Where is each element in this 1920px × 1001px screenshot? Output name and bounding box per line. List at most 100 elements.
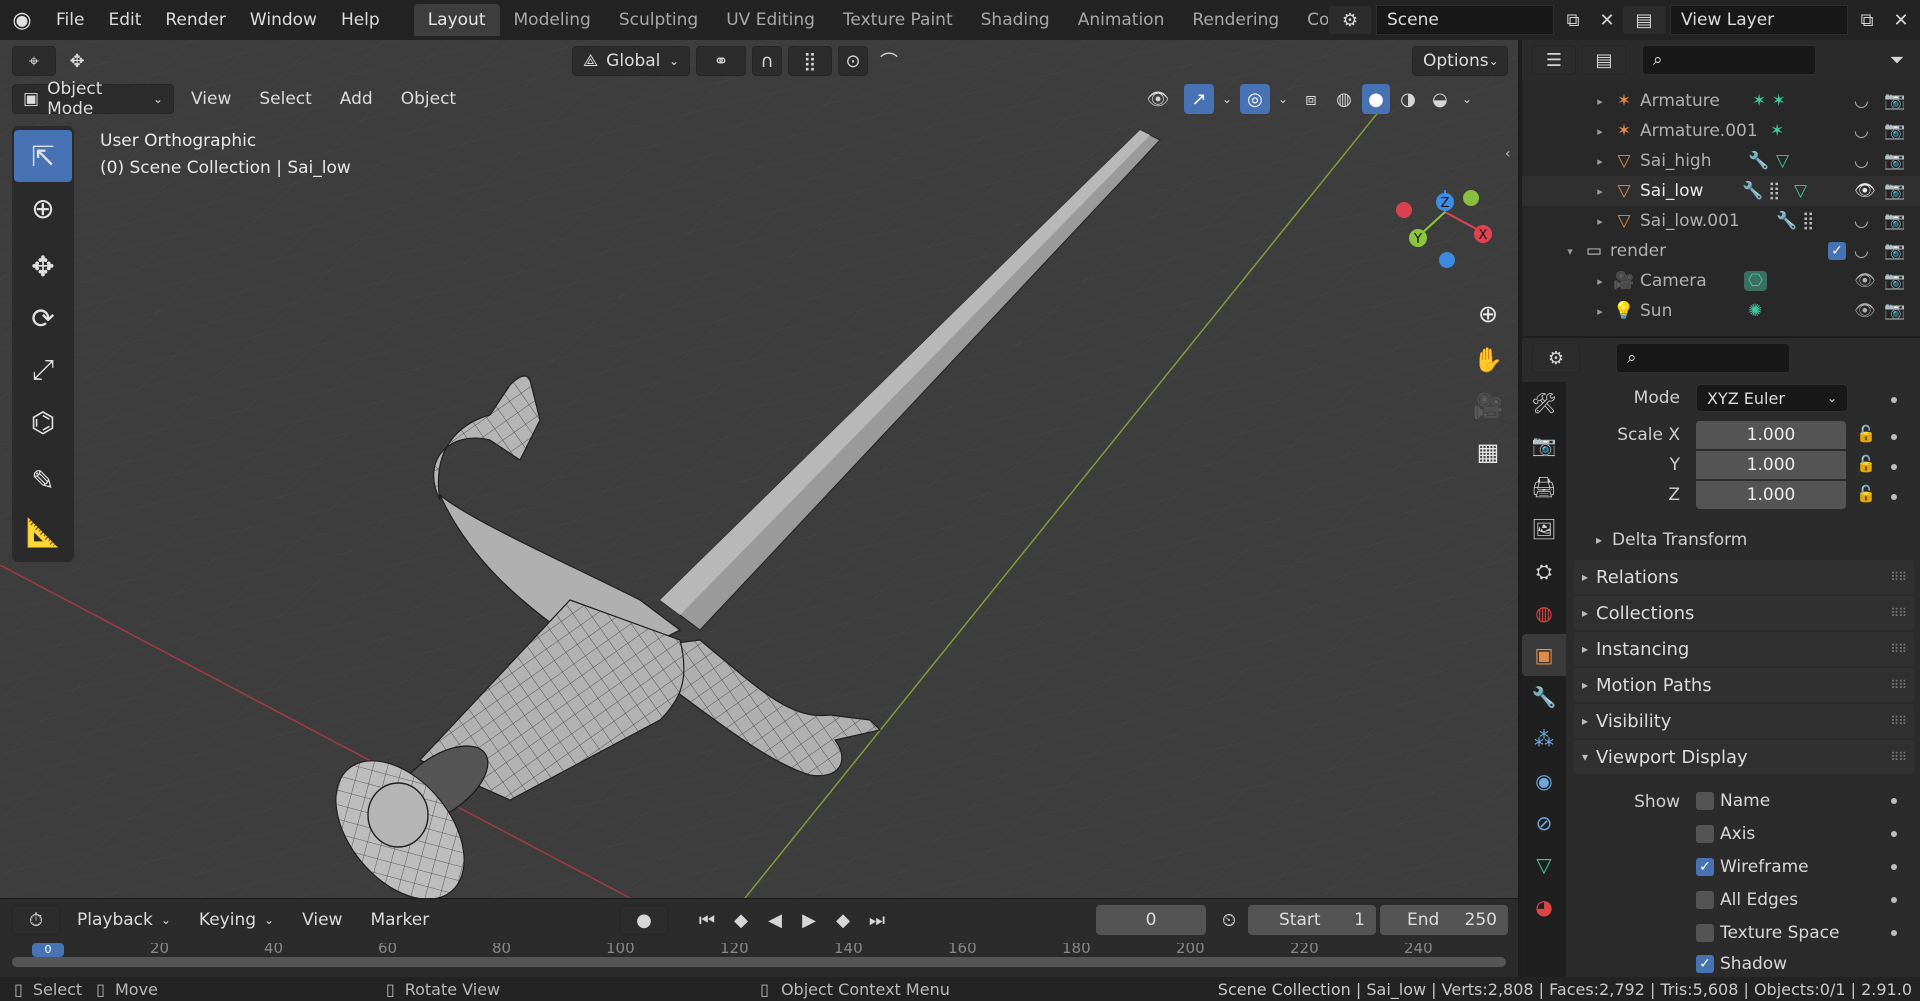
next-keyframe-icon[interactable]: ◆ — [828, 905, 858, 935]
hide-icon[interactable]: ◡ — [1854, 151, 1869, 171]
jump-start-icon[interactable]: ⏮ — [692, 905, 722, 935]
menu-object[interactable]: Object — [390, 84, 467, 114]
drag-handle-icon[interactable]: ⠿⠿ — [1890, 750, 1907, 764]
select-tool-icon[interactable]: ⇱ — [14, 130, 72, 182]
hide-icon[interactable]: ◡ — [1854, 91, 1869, 111]
outliner-search-input[interactable]: ⌕ — [1642, 45, 1816, 75]
tab-sculpting[interactable]: Sculpting — [605, 4, 712, 36]
drag-handle-icon[interactable]: ⠿⠿ — [1890, 714, 1907, 728]
scene-name-field[interactable]: Scene — [1376, 5, 1554, 35]
scene-icon[interactable]: ⚙ — [1328, 5, 1372, 35]
timeline-editor-type-icon[interactable]: ⏱ — [12, 905, 60, 935]
stopwatch-icon[interactable]: ⏲ — [1214, 905, 1244, 935]
camera-icon[interactable]: 📷 — [1884, 241, 1905, 261]
scale-z-field[interactable]: 1.000 — [1696, 481, 1846, 509]
show-axis-checkbox[interactable]: Axis — [1696, 820, 1755, 848]
tab-modeling[interactable]: Modeling — [500, 4, 605, 36]
ortho-grid-icon[interactable]: ▦ — [1468, 432, 1508, 472]
playback-dropdown[interactable]: Playback ⌄ — [66, 905, 182, 935]
hide-icon[interactable]: ◡ — [1854, 121, 1869, 141]
expand-icon[interactable]: ▸ — [1592, 275, 1608, 288]
move-tool-icon[interactable]: ✥ — [12, 240, 74, 292]
keyframe-dot[interactable] — [1891, 464, 1897, 470]
transform-orientation-dropdown[interactable]: ⟁ Global ⌄ — [572, 46, 690, 76]
proportional-edit-icon[interactable]: ⊙ — [838, 46, 868, 76]
blender-logo-icon[interactable]: ◉ — [0, 0, 44, 40]
outliner-row-sai-low[interactable]: ▸ ▽ Sai_low 🔧 ⣿ ▽ 👁 📷 — [1522, 176, 1920, 206]
menu-add[interactable]: Add — [329, 84, 384, 114]
render-tab-icon[interactable]: 📷 — [1522, 424, 1566, 466]
modifier-tab-icon[interactable]: 🔧 — [1522, 676, 1566, 718]
outliner-row-camera[interactable]: ▸ 🎥 Camera ⎔ 👁 📷 — [1522, 266, 1920, 296]
expand-icon[interactable]: ▸ — [1592, 215, 1608, 228]
chevron-down-icon[interactable]: ⌄ — [1458, 84, 1476, 114]
transform-tool-icon[interactable]: ⌬ — [12, 396, 74, 448]
timeline-menu-marker[interactable]: Marker — [359, 905, 440, 935]
keyframe-dot[interactable] — [1891, 798, 1897, 804]
scale-y-field[interactable]: 1.000 — [1696, 451, 1846, 479]
snap-magnet-icon[interactable]: ∩ — [752, 46, 782, 76]
keyframe-dot[interactable] — [1891, 831, 1897, 837]
navigation-gizmo[interactable]: Z X Y — [1390, 150, 1500, 280]
delta-transform-subpanel[interactable]: ▸ Delta Transform — [1596, 530, 1747, 550]
drag-handle-icon[interactable]: ⠿⠿ — [1890, 642, 1907, 656]
play-reverse-icon[interactable]: ◀ — [760, 905, 790, 935]
particles-tab-icon[interactable]: ⁂ — [1522, 718, 1566, 760]
keyframe-dot[interactable] — [1891, 930, 1897, 936]
checkbox[interactable] — [1696, 924, 1714, 942]
scene-copy-icon[interactable]: ⧉ — [1558, 5, 1588, 35]
scale-tool-icon[interactable]: ⤢ — [12, 344, 74, 396]
end-frame-field[interactable]: End 250 — [1380, 905, 1508, 935]
hide-icon[interactable]: ◡ — [1854, 211, 1869, 231]
mode-dropdown[interactable]: ▣ Object Mode ⌄ — [12, 79, 174, 119]
display-mode-icon[interactable]: ▤ — [1582, 45, 1626, 75]
chevron-down-icon[interactable]: ⌄ — [1274, 84, 1292, 114]
tab-uv-editing[interactable]: UV Editing — [712, 4, 829, 36]
record-icon[interactable]: ● — [620, 905, 668, 935]
3d-viewport[interactable]: ⌖ ✥ ⟁ Global ⌄ ⚭ ∩ ⣿ ⊙ ⌒ Options ⌄ ▣ Obj… — [0, 40, 1518, 898]
scene-close-icon[interactable]: ✕ — [1592, 5, 1622, 35]
eye-icon[interactable]: 👁 — [1854, 301, 1876, 321]
checkbox-checked-icon[interactable]: ✓ — [1696, 955, 1714, 973]
keyframe-dot[interactable] — [1891, 494, 1897, 500]
menu-file[interactable]: File — [44, 0, 96, 40]
material-tab-icon[interactable]: ◕ — [1522, 886, 1566, 928]
rendered-shading-icon[interactable]: ◒ — [1426, 84, 1454, 114]
object-tab-icon[interactable]: ▣ — [1522, 634, 1566, 676]
expand-icon[interactable]: ▸ — [1592, 95, 1608, 108]
pivot-point-icon[interactable]: ⚭ — [696, 46, 746, 76]
panel-instancing[interactable]: ▸ Instancing ⠿⠿ — [1574, 632, 1914, 666]
camera-disable-icon[interactable]: 📷 — [1884, 91, 1905, 111]
drag-handle-icon[interactable]: ⠿⠿ — [1890, 570, 1907, 584]
show-all-edges-checkbox[interactable]: All Edges — [1696, 886, 1798, 914]
falloff-curve-icon[interactable]: ⌒ — [874, 46, 904, 76]
jump-end-icon[interactable]: ⏭ — [862, 905, 892, 935]
material-shading-icon[interactable]: ◑ — [1394, 84, 1422, 114]
world-tab-icon[interactable]: ◍ — [1522, 592, 1566, 634]
visibility-eye-icon[interactable]: 👁 — [1136, 84, 1180, 114]
show-name-checkbox[interactable]: Name — [1696, 787, 1770, 815]
collapse-icon[interactable]: ▾ — [1562, 245, 1578, 258]
collection-checkbox[interactable]: ✓ — [1828, 242, 1846, 260]
cursor-tool-icon[interactable]: ⊕ — [12, 182, 74, 234]
pan-hand-icon[interactable]: ✋ — [1468, 340, 1508, 380]
xray-toggle-icon[interactable]: ⧈ — [1296, 84, 1326, 114]
drag-handle-icon[interactable]: ⠿⠿ — [1890, 678, 1907, 692]
show-shadow-checkbox[interactable]: ✓ Shadow — [1696, 952, 1787, 976]
camera-icon[interactable]: 📷 — [1884, 271, 1905, 291]
scale-x-field[interactable]: 1.000 — [1696, 421, 1846, 449]
rotation-mode-dropdown[interactable]: XYZ Euler ⌄ — [1696, 384, 1848, 412]
gizmo-toggle-icon[interactable]: ↗ — [1184, 84, 1214, 114]
hide-icon[interactable]: ◡ — [1854, 241, 1869, 261]
tab-shading[interactable]: Shading — [967, 4, 1064, 36]
panel-relations[interactable]: ▸ Relations ⠿⠿ — [1574, 560, 1914, 594]
keying-dropdown[interactable]: Keying ⌄ — [188, 905, 285, 935]
properties-search-input[interactable]: ⌕ — [1616, 343, 1790, 373]
menu-select[interactable]: Select — [248, 84, 322, 114]
menu-window[interactable]: Window — [238, 0, 329, 40]
data-tab-icon[interactable]: ▽ — [1522, 844, 1566, 886]
outliner-editor-type-icon[interactable]: ☰ — [1532, 45, 1576, 75]
checkbox[interactable] — [1696, 792, 1714, 810]
current-frame-field[interactable]: 0 — [1096, 905, 1206, 935]
drag-handle-icon[interactable]: ⠿⠿ — [1890, 606, 1907, 620]
